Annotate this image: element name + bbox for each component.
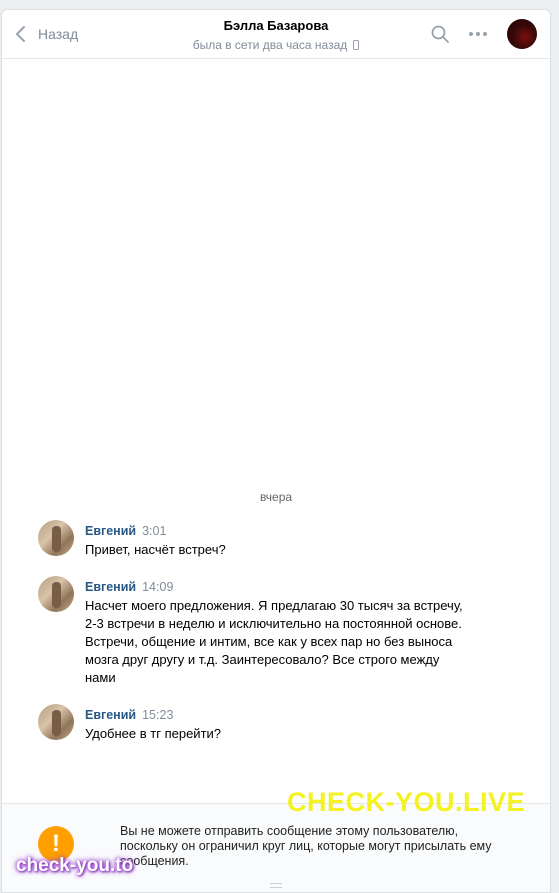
peer-status: была в сети два часа назад [192, 38, 348, 52]
message-text: Привет, насчёт встреч? [85, 542, 226, 557]
watermark-secondary: check-you.to [16, 855, 134, 876]
avatar[interactable] [38, 704, 74, 740]
peer-avatar[interactable] [507, 19, 537, 49]
message-time: 3:01 [142, 524, 167, 538]
message-text: Насчет моего предложения. Я предлагаю 30… [85, 598, 463, 685]
day-separator: вчера [259, 490, 293, 504]
search-icon[interactable] [430, 24, 450, 44]
message-author[interactable]: Евгений [85, 580, 136, 594]
avatar[interactable] [38, 576, 74, 612]
watermark-primary: CHECK-YOU.LIVE [287, 787, 526, 817]
mobile-phone-icon [353, 40, 360, 50]
message-text: Удобнее в тг перейти? [85, 726, 222, 741]
message-time: 14:09 [142, 580, 174, 594]
message-header: Евгений 15:23 [85, 707, 173, 723]
message-author[interactable]: Евгений [85, 708, 136, 722]
message-time: 15:23 [142, 708, 174, 722]
peer-info[interactable]: Бэлла Базарова была в сети два часа наза… [142, 18, 410, 53]
message-author[interactable]: Евгений [85, 524, 136, 538]
back-label: Назад [38, 26, 79, 42]
chat-panel: Назад Бэлла Базарова была в сети два час… [1, 9, 551, 893]
message-header: Евгений 3:01 [85, 523, 166, 539]
blocked-notice-text: Вы не можете отправить сообщение этому п… [120, 824, 492, 868]
resize-handle[interactable] [270, 883, 282, 888]
chat-header: Назад Бэлла Базарова была в сети два час… [2, 10, 550, 59]
peer-status-line: была в сети два часа назад [142, 37, 410, 53]
more-dots-icon[interactable] [467, 25, 489, 43]
chevron-left-icon [16, 26, 25, 42]
peer-name[interactable]: Бэлла Базарова [142, 18, 410, 34]
back-button[interactable]: Назад [14, 22, 78, 46]
avatar[interactable] [38, 520, 74, 556]
message-header: Евгений 14:09 [85, 579, 173, 595]
